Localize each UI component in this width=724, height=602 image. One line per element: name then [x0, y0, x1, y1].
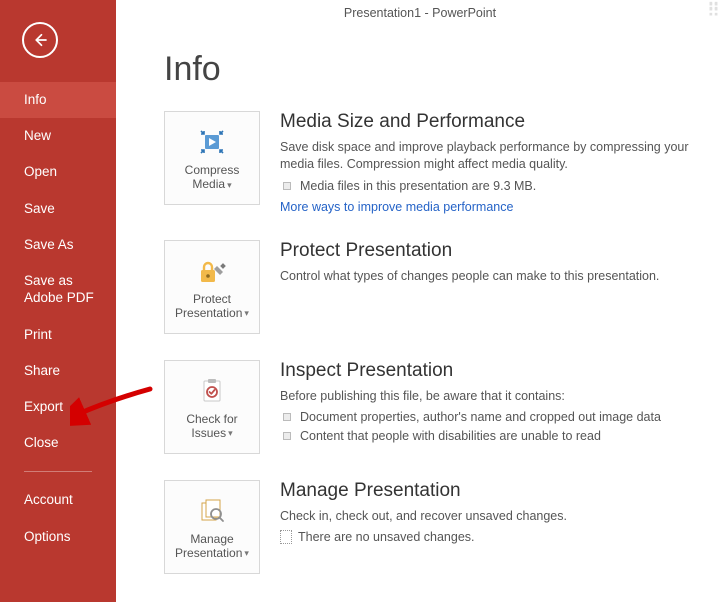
- main-content: ⠿⠿ Presentation1 - PowerPoint Info: [116, 0, 724, 602]
- page-title: Info: [164, 50, 724, 89]
- protect-presentation-button[interactable]: Protect Presentation▾: [164, 240, 260, 334]
- media-title: Media Size and Performance: [280, 111, 706, 133]
- media-description: Save disk space and improve playback per…: [280, 139, 706, 173]
- nav-divider: [24, 471, 92, 472]
- window-title: Presentation1 - PowerPoint: [116, 0, 724, 20]
- dropdown-caret-icon: ▾: [228, 428, 233, 438]
- manage-presentation-button[interactable]: Manage Presentation▾: [164, 480, 260, 574]
- nav-save[interactable]: Save: [0, 191, 116, 227]
- protect-title: Protect Presentation: [280, 240, 706, 262]
- manage-description: Check in, check out, and recover unsaved…: [280, 508, 706, 525]
- section-media: Compress Media▾ Media Size and Performan…: [164, 111, 724, 214]
- manage-presentation-label: Manage Presentation▾: [169, 533, 255, 561]
- document-icon: [280, 530, 292, 544]
- back-button[interactable]: [22, 22, 58, 58]
- dropdown-caret-icon: ▾: [244, 308, 249, 318]
- dropdown-caret-icon: ▾: [244, 548, 249, 558]
- compress-media-icon: [195, 124, 229, 160]
- check-issues-label: Check for Issues▾: [169, 413, 255, 441]
- check-issues-button[interactable]: Check for Issues▾: [164, 360, 260, 454]
- nav-export[interactable]: Export: [0, 389, 116, 425]
- section-manage: Manage Presentation▾ Manage Presentation…: [164, 480, 724, 574]
- nav-options[interactable]: Options: [0, 519, 116, 555]
- nav-account[interactable]: Account: [0, 482, 116, 518]
- manage-title: Manage Presentation: [280, 480, 706, 502]
- compress-media-label: Compress Media▾: [169, 164, 255, 192]
- nav-close[interactable]: Close: [0, 425, 116, 461]
- dropdown-caret-icon: ▾: [227, 180, 232, 190]
- arrow-left-icon: [31, 31, 49, 49]
- nav-open[interactable]: Open: [0, 154, 116, 190]
- nav-info[interactable]: Info: [0, 82, 116, 118]
- nav-new[interactable]: New: [0, 118, 116, 154]
- inspect-bullet-1: Document properties, author's name and c…: [280, 408, 706, 427]
- manage-unsaved-line: There are no unsaved changes.: [280, 530, 706, 545]
- nav-save-adobe-pdf[interactable]: Save as Adobe PDF: [0, 263, 116, 317]
- manage-presentation-icon: [195, 493, 229, 529]
- window-grip-icon: ⠿⠿: [707, 3, 718, 15]
- inspect-title: Inspect Presentation: [280, 360, 706, 382]
- protect-presentation-label: Protect Presentation▾: [169, 293, 255, 321]
- protect-description: Control what types of changes people can…: [280, 268, 706, 285]
- backstage-sidebar: Info New Open Save Save As Save as Adobe…: [0, 0, 116, 602]
- compress-media-button[interactable]: Compress Media▾: [164, 111, 260, 205]
- inspect-bullet-2: Content that people with disabilities ar…: [280, 427, 706, 446]
- media-performance-link[interactable]: More ways to improve media performance: [280, 200, 513, 214]
- section-inspect: Check for Issues▾ Inspect Presentation B…: [164, 360, 724, 454]
- inspect-description: Before publishing this file, be aware th…: [280, 388, 706, 405]
- nav-save-as[interactable]: Save As: [0, 227, 116, 263]
- protect-presentation-icon: [195, 253, 229, 289]
- media-size-bullet: Media files in this presentation are 9.3…: [280, 177, 706, 196]
- nav-share[interactable]: Share: [0, 353, 116, 389]
- section-protect: Protect Presentation▾ Protect Presentati…: [164, 240, 724, 334]
- check-issues-icon: [195, 373, 229, 409]
- nav-print[interactable]: Print: [0, 317, 116, 353]
